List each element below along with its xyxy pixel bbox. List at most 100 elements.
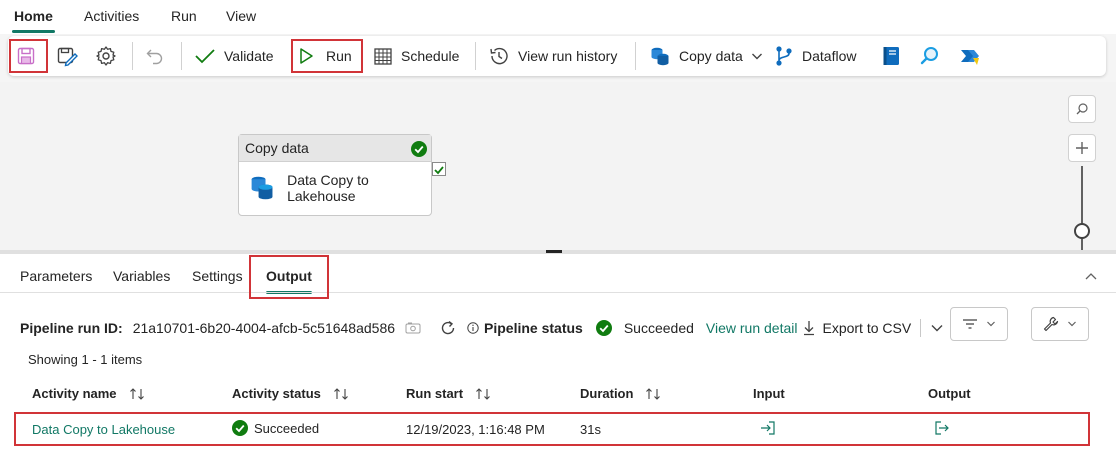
canvas-search-button[interactable]: [1068, 95, 1096, 123]
settings-button[interactable]: [95, 36, 117, 76]
table-row[interactable]: [14, 412, 1090, 446]
toolbar-separator: [475, 42, 476, 70]
copy-data-dropdown[interactable]: Copy data: [649, 36, 763, 76]
success-icon: [411, 141, 427, 157]
toolbar-separator: [132, 42, 133, 70]
column-header-input: Input: [753, 386, 785, 401]
input-button[interactable]: [760, 420, 776, 436]
undo-button[interactable]: [145, 36, 165, 76]
input-icon: [761, 421, 775, 435]
chevron-down-icon: [1068, 321, 1076, 327]
copy-icon[interactable]: [405, 322, 421, 334]
dataflow-button[interactable]: Dataflow: [774, 36, 856, 76]
chevron-down-icon[interactable]: [930, 322, 944, 334]
column-header-activity-status[interactable]: Activity status: [232, 386, 349, 401]
checkmark-icon: [195, 49, 215, 64]
pipeline-canvas[interactable]: [0, 82, 1116, 250]
save-as-button[interactable]: [56, 36, 78, 76]
node-completion-checkbox[interactable]: [432, 162, 446, 176]
chevron-down-icon: [987, 321, 995, 327]
activity-status-cell: Succeeded: [232, 420, 319, 436]
chevron-down-icon: [751, 53, 762, 60]
tab-home[interactable]: Home: [12, 8, 55, 33]
toolbar-separator: [181, 42, 182, 70]
zoom-slider-thumb[interactable]: [1074, 223, 1090, 239]
activity-name-link[interactable]: Data Copy to Lakehouse: [32, 422, 175, 437]
duration-cell: 31s: [580, 422, 601, 437]
tab-run[interactable]: Run: [171, 8, 197, 24]
column-header-duration[interactable]: Duration: [580, 386, 661, 401]
save-highlight: [9, 39, 48, 73]
output-icon: [935, 421, 949, 435]
zoom-in-button[interactable]: [1068, 134, 1096, 162]
run-highlight: [291, 39, 363, 73]
sort-icon: [129, 387, 144, 400]
divider-handle[interactable]: [546, 250, 562, 253]
run-start-cell: 12/19/2023, 1:16:48 PM: [406, 422, 545, 437]
activity-node[interactable]: Copy data Data Copy to Lakehouse: [238, 134, 432, 216]
output-button[interactable]: [934, 420, 950, 436]
schedule-button[interactable]: Schedule: [373, 36, 459, 76]
tab-settings[interactable]: Settings: [192, 268, 243, 284]
view-run-history-button[interactable]: View run history: [488, 36, 617, 76]
tab-variables[interactable]: Variables: [113, 268, 170, 284]
tab-activities[interactable]: Activities: [84, 8, 139, 24]
search-icon: [1076, 103, 1088, 115]
checkmark-icon: [434, 166, 444, 175]
activity-node-type: Copy data: [245, 140, 309, 156]
database-copy-icon: [251, 176, 273, 200]
pipeline-run-id-label: Pipeline run ID:: [20, 320, 123, 336]
pipeline-status-value: Succeeded: [623, 320, 694, 336]
toolbar-separator: [920, 319, 922, 337]
view-run-detail-link[interactable]: View run detail: [706, 320, 798, 336]
database-copy-icon: [651, 47, 669, 66]
pipeline-status-label: Pipeline status: [484, 320, 583, 336]
save-edit-icon: [57, 47, 78, 67]
dataflow-label: Dataflow: [802, 48, 857, 64]
validate-label: Validate: [224, 48, 274, 64]
chevron-up-icon[interactable]: [1084, 270, 1098, 282]
wrench-icon: [1043, 316, 1059, 332]
undo-icon: [146, 49, 163, 65]
notebook-button[interactable]: [882, 36, 902, 76]
filter-dropdown[interactable]: [950, 307, 1008, 341]
pipeline-run-bar: Pipeline run ID: 21a10701-6b20-4004-afcb…: [20, 318, 944, 338]
export-csv-button[interactable]: Export to CSV: [822, 320, 911, 336]
lookup-button[interactable]: [919, 36, 941, 76]
sort-icon: [333, 387, 348, 400]
automate-button[interactable]: [959, 36, 981, 76]
pipeline-run-id: 21a10701-6b20-4004-afcb-5c51648ad586: [132, 320, 396, 336]
items-count: Showing 1 - 1 items: [28, 352, 143, 367]
schedule-label: Schedule: [401, 48, 460, 64]
activity-node-name: Data Copy to Lakehouse: [287, 172, 369, 204]
toolbar-separator: [635, 42, 636, 70]
view-run-history-label: View run history: [518, 48, 618, 64]
properties-panel: Parameters Variables Settings Output Pip…: [0, 254, 1116, 454]
column-header-output: Output: [928, 386, 971, 401]
menu-tabs: Home Activities Run View: [0, 0, 1116, 34]
validate-button[interactable]: Validate: [194, 36, 274, 76]
settings-dropdown[interactable]: [1031, 307, 1089, 341]
calendar-icon: [374, 48, 392, 65]
refresh-icon[interactable]: [439, 319, 457, 337]
column-header-activity-name[interactable]: Activity name: [32, 386, 145, 401]
success-icon: [595, 320, 612, 336]
copy-data-label: Copy data: [679, 48, 743, 64]
sort-icon: [646, 387, 661, 400]
search-icon: [920, 47, 938, 65]
dataflow-icon: [776, 46, 792, 66]
plus-icon: [1076, 142, 1088, 154]
column-header-run-start[interactable]: Run start: [406, 386, 491, 401]
toolbar: Validate Run Schedule View run history C…: [8, 36, 1106, 76]
tab-view[interactable]: View: [226, 8, 256, 24]
notebook-icon: [883, 47, 899, 65]
history-icon: [490, 47, 508, 65]
gear-icon: [96, 46, 116, 66]
activity-node-header: Copy data: [239, 135, 431, 162]
tab-divider: [0, 292, 1116, 293]
tab-parameters[interactable]: Parameters: [20, 268, 92, 284]
info-icon: [467, 322, 479, 334]
activity-status-value: Succeeded: [254, 420, 320, 436]
sort-icon: [476, 387, 490, 400]
download-icon: [804, 321, 815, 336]
